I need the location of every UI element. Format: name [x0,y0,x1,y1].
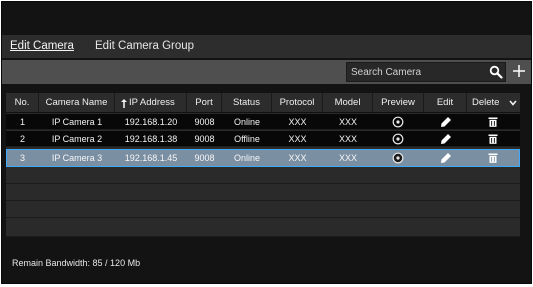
camera-management-window: Edit Camera Edit Camera Group No. Camera… [1,1,532,284]
cell-no: 2 [19,134,25,144]
camera-table: No. Camera Name IP Address Port Status P… [6,93,520,237]
cell-ip-address: 192.168.1.20 [124,117,178,127]
table-row-selected[interactable]: 3 IP Camera 3 192.168.1.45 9008 Online X… [6,149,520,167]
cell-model: XXX [338,134,357,144]
edit-pencil-icon[interactable] [440,152,452,164]
column-header-status[interactable]: Status [222,93,272,113]
column-header-ip-address[interactable]: IP Address [115,93,187,113]
column-header-no[interactable]: No. [6,93,39,113]
remain-bandwidth-text: Remain Bandwidth: 85 / 120 Mb [12,258,141,268]
cell-camera-name: IP Camera 2 [51,134,103,144]
cell-port: 9008 [194,117,215,127]
empty-table-row [6,185,520,201]
cell-port: 9008 [194,153,215,163]
frame: Edit Camera Edit Camera Group No. Camera… [0,0,533,287]
tab-bar: Edit Camera Edit Camera Group [2,35,531,58]
column-header-port[interactable]: Port [187,93,222,113]
column-header-edit[interactable]: Edit [424,93,467,113]
column-header-preview[interactable]: Preview [373,93,424,113]
empty-table-row [6,219,520,237]
cell-protocol: XXX [288,134,307,144]
preview-icon[interactable] [392,152,404,164]
chevron-down-icon[interactable] [509,100,517,106]
empty-table-row [6,168,520,184]
cell-no: 1 [19,117,25,127]
delete-trash-icon[interactable] [487,152,499,164]
cell-camera-name: IP Camera 3 [51,153,103,163]
cell-status: Online [233,153,260,163]
cell-ip-address: 192.168.1.45 [124,153,178,163]
column-header-protocol[interactable]: Protocol [272,93,323,113]
table-row[interactable]: 2 IP Camera 2 192.168.1.38 9008 Offline … [6,131,520,147]
preview-icon[interactable] [392,116,404,128]
cell-status: Offline [234,134,260,144]
cell-port: 9008 [194,134,215,144]
search-box [346,62,506,82]
column-header-model[interactable]: Model [323,93,373,113]
preview-icon[interactable] [392,133,404,145]
delete-trash-icon[interactable] [487,133,499,145]
search-input[interactable] [347,63,477,81]
cell-protocol: XXX [288,117,307,127]
cell-ip-address: 192.168.1.38 [124,134,178,144]
search-icon[interactable] [489,65,503,79]
cell-camera-name: IP Camera 1 [51,117,103,127]
table-header: No. Camera Name IP Address Port Status P… [6,93,520,113]
cell-status: Online [233,117,260,127]
cell-protocol: XXX [288,153,307,163]
delete-label: Delete [472,97,500,108]
delete-trash-icon[interactable] [487,116,499,128]
column-header-camera-name[interactable]: Camera Name [39,93,115,113]
edit-pencil-icon[interactable] [440,116,452,128]
tab-edit-camera[interactable]: Edit Camera [10,40,74,52]
up-arrow-icon [121,99,127,108]
toolbar [2,60,531,84]
empty-table-row [6,202,520,218]
tab-edit-camera-group[interactable]: Edit Camera Group [95,40,194,52]
cell-model: XXX [338,153,357,163]
cell-model: XXX [338,117,357,127]
ip-address-label: IP Address [129,97,175,108]
cell-no: 3 [19,153,25,163]
edit-pencil-icon[interactable] [440,133,452,145]
column-header-delete[interactable]: Delete [467,93,520,113]
table-row[interactable]: 1 IP Camera 1 192.168.1.20 9008 Online X… [6,114,520,130]
add-camera-icon[interactable] [512,63,526,79]
